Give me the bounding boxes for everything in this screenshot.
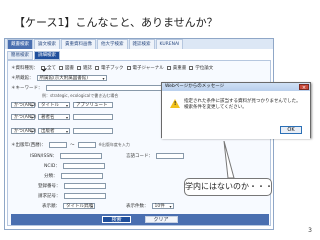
reg-row: 登録番号： (38, 182, 106, 190)
material-option-rare[interactable]: 貴重書 (166, 65, 186, 71)
sort-row: 表示順： タイトル昇順 (42, 202, 95, 210)
sort-select[interactable]: タイトル昇順 (63, 203, 95, 209)
class-input[interactable] (60, 173, 103, 179)
dialog-message: 指定された条件に該当する資料が見つかりませんでした。 検索条件を変更してください… (184, 99, 301, 111)
ncid-label: NCID： (44, 164, 60, 169)
year-label: ＊出版年(西暦)： (11, 143, 47, 148)
ncid-input[interactable] (62, 163, 105, 169)
material-option-journal[interactable]: 雑誌 (77, 65, 92, 71)
tab-advanced-search[interactable]: 詳細検索 (34, 51, 60, 60)
author-row: かつ(AND) 著者名 (11, 113, 113, 121)
checkbox[interactable] (59, 66, 63, 70)
main-tab-bar: 蔵書検索 論文検索 貴重資料画像 他大学検索 雑誌検索 KURENAI (5, 39, 273, 49)
ncid-row: NCID： (44, 162, 105, 170)
tab-kurenai[interactable]: KURENAI (155, 39, 184, 49)
keyword-note: 例：strategic, ecologicalで書き込む場合 (42, 93, 119, 98)
sort-label: 表示順： (42, 204, 60, 209)
material-option-all[interactable]: 全て (41, 65, 56, 71)
reg-input[interactable] (63, 183, 106, 189)
lang-row: 言語コード： (126, 152, 184, 160)
field-select-author[interactable]: 著者名 (38, 114, 70, 120)
tab-catalog-search[interactable]: 蔵書検索 (7, 39, 33, 49)
material-label: ＊資料種別： (11, 66, 38, 71)
year-note: ※出版年度を入力 (98, 142, 130, 147)
search-mode-tabs: 簡易検索 詳細検索 (7, 51, 60, 60)
material-row: ＊資料種別： 全て 図書 雑誌 電子ブック 電子ジャーナル 貴重書 学位論文 (11, 64, 213, 72)
count-row: 表示件数： 10件 (126, 202, 174, 210)
lang-label: 言語コード： (126, 154, 153, 159)
checkbox[interactable] (41, 66, 45, 70)
tab-rare-images[interactable]: 貴重資料画像 (61, 39, 96, 49)
year-from-input[interactable] (49, 142, 68, 148)
tab-journal-search[interactable]: 雑誌検索 (128, 39, 155, 49)
material-option-ebook[interactable]: 電子ブック (95, 65, 124, 71)
checkbox[interactable] (77, 66, 81, 70)
location-row: ＊所蔵館： 所属館(京大附属図書館) (11, 74, 107, 82)
isbn-label: ISBN/ISSN： (30, 154, 58, 159)
dialog-title-bar: Webページからのメッセージ × (162, 83, 310, 91)
reg-label: 登録番号： (38, 184, 61, 189)
action-bar: 検索 クリア (11, 214, 269, 225)
place-label: 請求記号： (38, 194, 61, 199)
author-input[interactable] (73, 114, 113, 120)
material-option-thesis[interactable]: 学位論文 (189, 65, 213, 71)
lang-input[interactable] (156, 153, 184, 159)
callout-tail (223, 141, 235, 179)
title-row: かつ(AND) タイトル アブソリュート (11, 101, 113, 109)
keyword-note-row: 例：strategic, ecologicalで書き込む場合 (42, 92, 118, 100)
dialog-message-line-2: 検索条件を変更してください。 (184, 105, 247, 110)
class-row: 分類： (44, 172, 103, 180)
dialog-title: Webページからのメッセージ (165, 84, 225, 89)
material-option-book[interactable]: 図書 (59, 65, 74, 71)
publisher-input[interactable] (73, 128, 113, 134)
isbn-row: ISBN/ISSN： (30, 152, 103, 160)
field-select-title[interactable]: タイトル (38, 102, 70, 108)
year-to-input[interactable] (77, 142, 96, 148)
title-input[interactable]: アブソリュート (73, 102, 113, 108)
tab-simple-search[interactable]: 簡易検索 (7, 51, 33, 60)
checkbox[interactable] (126, 66, 131, 70)
tab-article-search[interactable]: 論文検索 (34, 39, 60, 49)
search-button[interactable]: 検索 (102, 216, 131, 223)
close-icon[interactable]: × (299, 84, 309, 91)
year-row: ＊出版年(西暦)： 〜 ※出版年度を入力 (11, 142, 130, 148)
material-option-ejournal[interactable]: 電子ジャーナル (126, 65, 164, 71)
and-select[interactable]: かつ(AND) (11, 128, 36, 134)
checkbox[interactable] (166, 66, 171, 70)
checkbox[interactable] (95, 66, 99, 70)
ok-button[interactable]: OK (280, 126, 302, 134)
publisher-row: かつ(AND) 出版者 (11, 127, 113, 135)
count-select[interactable]: 10件 (151, 203, 174, 209)
slide-title: 【ケース1】こんなこと、ありませんか？ (14, 16, 218, 29)
location-label: ＊所蔵館： (11, 76, 34, 81)
checkbox[interactable] (189, 66, 194, 70)
place-row: 請求記号： (38, 192, 106, 200)
callout-bubble: 学内にはないのか・・・ (184, 178, 273, 196)
warning-mark: ! (174, 101, 177, 107)
and-select[interactable]: かつ(AND) (11, 114, 36, 120)
clear-button[interactable]: クリア (144, 216, 178, 223)
page-number: 3 (308, 227, 312, 234)
class-label: 分類： (44, 174, 58, 179)
tab-other-univ[interactable]: 他大学検索 (97, 39, 128, 49)
location-select[interactable]: 所属館(京大附属図書館) (36, 75, 107, 81)
dialog-body: ! 指定された条件に該当する資料が見つかりませんでした。 検索条件を変更してくだ… (162, 91, 310, 139)
count-label: 表示件数： (126, 204, 149, 209)
isbn-input[interactable] (60, 153, 103, 159)
and-select[interactable]: かつ(AND) (11, 102, 36, 108)
field-select-publisher[interactable]: 出版者 (38, 128, 70, 134)
alert-dialog: Webページからのメッセージ × ! 指定された条件に該当する資料が見つかりませ… (161, 82, 311, 139)
place-input[interactable] (63, 193, 106, 199)
keyword-label: ＊キーワード： (11, 86, 43, 91)
